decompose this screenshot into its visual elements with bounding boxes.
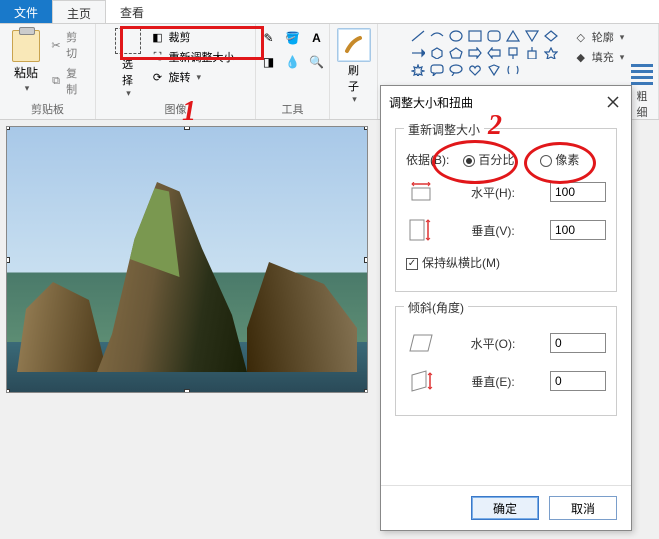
shape-gallery[interactable] <box>410 28 560 77</box>
picker-tool[interactable]: 💧 <box>283 52 303 72</box>
resize-button[interactable]: ⛶ 重新调整大小 <box>149 48 237 66</box>
skew-v-icon <box>406 367 436 395</box>
annotation-number-1: 1 <box>182 96 196 128</box>
skew-h-input[interactable] <box>550 333 606 353</box>
clipboard-group-label: 剪贴板 <box>31 99 64 117</box>
thickness-label: 粗 细 <box>631 88 653 120</box>
resize-label: 重新调整大小 <box>169 49 235 65</box>
dialog-close-button[interactable] <box>603 92 623 112</box>
thickness-button[interactable]: 粗 细 <box>631 64 653 120</box>
aspect-checkbox[interactable]: 保持纵横比(M) <box>406 254 500 271</box>
resize-legend: 重新调整大小 <box>404 121 484 138</box>
crop-icon: ◧ <box>151 30 165 44</box>
resize-v-input[interactable] <box>550 220 606 240</box>
fill-icon: ◆ <box>574 50 588 64</box>
copy-icon: ⧉ <box>50 74 62 88</box>
radio-pixels[interactable]: 像素 <box>540 151 579 168</box>
tab-file[interactable]: 文件 <box>0 0 52 23</box>
brush-button[interactable]: 刷 子▾ <box>337 28 371 105</box>
tab-view[interactable]: 查看 <box>106 0 158 23</box>
brush-label: 刷 子 <box>348 62 359 94</box>
resize-v-label: 垂直(V): <box>444 222 542 239</box>
cancel-button[interactable]: 取消 <box>549 496 617 520</box>
crop-button[interactable]: ◧ 裁剪 <box>149 28 237 46</box>
skew-v-label: 垂直(E): <box>444 373 542 390</box>
fill-label: 填充 <box>592 49 614 65</box>
selection-icon <box>115 28 141 54</box>
scissors-icon: ✂ <box>50 38 62 52</box>
fill-button[interactable]: ◆ 填充▾ <box>572 48 627 66</box>
dialog-title: 调整大小和扭曲 <box>389 94 473 111</box>
select-label: 选 择 <box>122 56 133 88</box>
resize-v-icon <box>406 216 436 244</box>
skew-h-icon <box>406 329 436 357</box>
clipboard-icon <box>12 30 40 62</box>
copy-button[interactable]: ⧉ 复制 <box>48 64 87 98</box>
cut-button[interactable]: ✂ 剪切 <box>48 28 87 62</box>
cut-label: 剪切 <box>66 29 85 61</box>
paste-label: 粘贴 <box>14 64 38 81</box>
resize-skew-dialog: 调整大小和扭曲 重新调整大小 依据(B): 百分比 像素 水平(H): <box>380 85 632 531</box>
paste-button[interactable]: 粘贴▾ <box>8 28 44 96</box>
rotate-icon: ⟳ <box>151 70 165 84</box>
radio-icon <box>540 155 552 167</box>
outline-icon: ◇ <box>574 30 588 44</box>
outline-label: 轮廓 <box>592 29 614 45</box>
canvas-image[interactable] <box>6 126 368 393</box>
text-tool[interactable]: A <box>307 28 327 48</box>
resize-h-input[interactable] <box>550 182 606 202</box>
skew-h-label: 水平(O): <box>444 335 542 352</box>
radio-percent[interactable]: 百分比 <box>463 151 514 168</box>
rotate-button[interactable]: ⟳ 旋转▾ <box>149 68 237 86</box>
checkbox-icon <box>406 258 418 270</box>
pencil-tool[interactable]: ✎ <box>259 28 279 48</box>
tools-group-label: 工具 <box>282 99 304 117</box>
rotate-label: 旋转 <box>169 69 191 85</box>
tab-home[interactable]: 主页 <box>52 0 106 23</box>
annotation-number-2: 2 <box>488 110 502 142</box>
resize-h-icon <box>406 178 436 206</box>
close-icon <box>607 96 619 108</box>
zoom-tool[interactable]: 🔍 <box>307 52 327 72</box>
eraser-tool[interactable]: ◨ <box>259 52 279 72</box>
outline-button[interactable]: ◇ 轮廓▾ <box>572 28 627 46</box>
fill-tool[interactable]: 🪣 <box>283 28 303 48</box>
by-label: 依据(B): <box>406 151 449 168</box>
resize-icon: ⛶ <box>151 50 165 64</box>
ok-button[interactable]: 确定 <box>471 496 539 520</box>
resize-h-label: 水平(H): <box>444 184 542 201</box>
skew-legend: 倾斜(角度) <box>404 299 468 316</box>
brush-icon <box>337 28 371 62</box>
select-button[interactable]: 选 择▾ <box>115 28 141 99</box>
skew-v-input[interactable] <box>550 371 606 391</box>
crop-label: 裁剪 <box>169 29 191 45</box>
radio-icon <box>463 155 475 167</box>
copy-label: 复制 <box>66 65 85 97</box>
